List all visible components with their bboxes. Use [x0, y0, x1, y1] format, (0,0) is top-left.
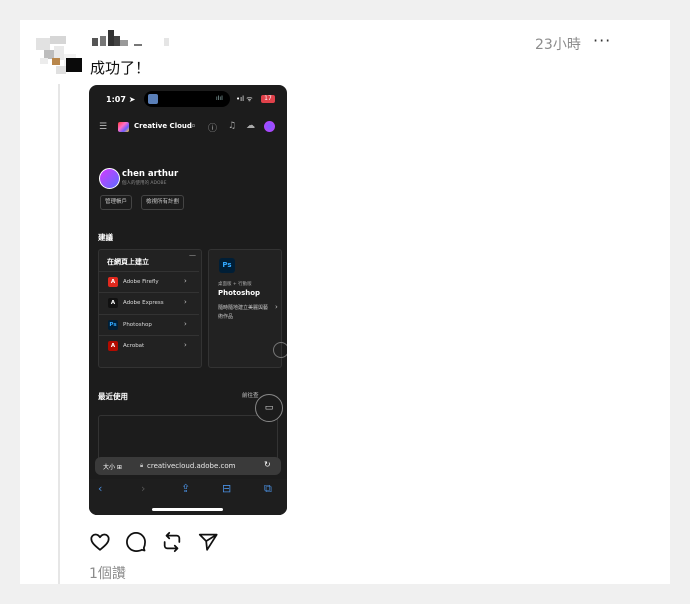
thread-line	[58, 84, 60, 584]
repost-icon[interactable]	[161, 531, 183, 553]
post-timestamp: 23小時	[535, 37, 581, 53]
back-icon[interactable]: ‹	[98, 482, 102, 495]
manage-account-chip[interactable]: 管理帳戶	[100, 195, 133, 210]
url-text: creativecloud.adobe.com	[147, 462, 236, 470]
tabs-icon[interactable]: ⧉	[264, 482, 272, 496]
cloud-icon[interactable]: ☁	[246, 121, 255, 131]
profile-name: chen arthur	[122, 169, 179, 179]
status-time: 1:07 ➤	[106, 95, 136, 104]
view-plans-chip[interactable]: 檢視所有計劃	[141, 195, 185, 210]
forward-icon[interactable]: ›	[141, 482, 145, 495]
app-label: Adobe Firefly	[123, 279, 159, 285]
home-indicator	[152, 508, 223, 511]
photoshop-badge-icon: Ps	[219, 258, 235, 273]
photoshop-icon: Ps	[108, 320, 118, 330]
heart-icon[interactable]	[89, 531, 111, 553]
creative-cloud-logo	[118, 122, 129, 132]
chat-icon[interactable]: ▭	[255, 394, 283, 422]
search-icon[interactable]: ⌕	[191, 121, 196, 131]
island-wave-icon: ıIıI	[216, 95, 223, 102]
express-icon: A	[108, 298, 118, 308]
card-title: Photoshop	[218, 289, 261, 297]
chevron-right-icon[interactable]: ›	[275, 303, 278, 311]
signal-wifi-icon: •ıl ᯤ	[236, 95, 253, 103]
profile-subtitle: 個人的使用的 ADOBE	[122, 181, 167, 186]
post-actions	[89, 531, 229, 555]
app-label: Adobe Express	[123, 300, 164, 306]
firefly-icon: A	[108, 277, 118, 287]
avatar[interactable]	[36, 36, 82, 76]
card-subtitle: 桌面版 + 行動版	[218, 282, 252, 287]
reload-icon[interactable]: ↻	[264, 460, 271, 469]
post-text: 成功了！	[90, 59, 151, 77]
more-options-icon[interactable]: ···	[593, 30, 615, 52]
lock-icon: 🔒︎	[140, 462, 144, 469]
card-description: 隨時隨地建立美麗與藝術作品	[218, 305, 269, 320]
share-icon[interactable]	[197, 531, 219, 553]
app-title: Creative Cloud	[134, 122, 192, 130]
carousel-next-button[interactable]	[273, 342, 287, 358]
author-name[interactable]	[90, 30, 180, 52]
chevron-right-icon: ›	[184, 298, 187, 306]
island-app-icon	[148, 94, 158, 104]
acrobat-icon: A	[108, 341, 118, 351]
profile-avatar	[99, 168, 120, 189]
help-icon[interactable]: ⓘ	[208, 121, 217, 134]
battery-icon: 17	[261, 95, 275, 103]
chevron-right-icon: ›	[184, 341, 187, 349]
suggestions-title: 建議	[98, 233, 113, 242]
menu-icon[interactable]: ☰	[99, 122, 107, 132]
bell-icon[interactable]: ♫	[228, 121, 236, 131]
likes-count[interactable]: 1個讚	[89, 563, 126, 583]
header-avatar[interactable]	[264, 121, 275, 132]
recent-title: 最近使用	[98, 392, 128, 401]
panel-title: 在網頁上建立	[107, 258, 149, 266]
app-label: Photoshop	[123, 322, 152, 328]
chevron-right-icon: ›	[184, 320, 187, 328]
collapse-icon[interactable]: —	[189, 251, 196, 259]
recent-link[interactable]: 前往查	[242, 391, 259, 399]
app-label: Acrobat	[123, 343, 145, 349]
reader-mode-button[interactable]: 大小 ⊞	[103, 462, 122, 471]
chevron-right-icon: ›	[184, 277, 187, 285]
comment-icon[interactable]	[125, 531, 147, 553]
share-icon[interactable]: ⇪	[181, 482, 190, 495]
bookmarks-icon[interactable]: ⊟	[222, 482, 231, 495]
phone-screenshot[interactable]: 1:07 ➤ ıIıI •ıl ᯤ 17 ☰ Creative Cloud ⌕ …	[89, 85, 287, 515]
